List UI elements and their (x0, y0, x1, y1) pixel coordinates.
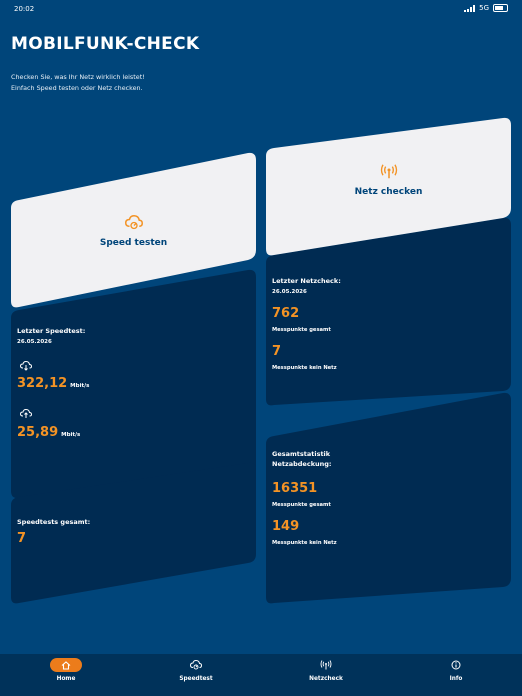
tab-home[interactable]: Home (31, 654, 101, 696)
speedtests-total-panel: Speedtests gesamt: 7 (11, 462, 256, 605)
last-speedtest-date: 26.05.2026 (17, 339, 52, 345)
tab-info[interactable]: Info (421, 654, 491, 696)
tab-bar: Home Speedtest Netzcheck Info (0, 654, 522, 696)
subtitle-line-2: Einfach Speed testen oder Netz checken. (11, 84, 143, 92)
upload-speed: 25,89 Mbit/s (17, 425, 80, 440)
network-type: 5G (479, 4, 489, 12)
battery-icon (493, 4, 508, 12)
download-icon (20, 361, 32, 371)
home-icon (61, 660, 71, 670)
tab-netzcheck-label: Netzcheck (309, 676, 343, 682)
netcheck-points-total-label: Messpunkte gesamt (272, 327, 331, 333)
signal-icon (464, 4, 476, 12)
subtitle-line-1: Checken Sie, was Ihr Netz wirklich leist… (11, 73, 145, 81)
coverage-points-total-value: 16351 (272, 481, 318, 496)
card-background (11, 152, 256, 308)
last-netcheck-title: Letzter Netzcheck: (272, 277, 341, 285)
tab-netzcheck[interactable]: Netzcheck (291, 654, 361, 696)
cloud-speed-icon (124, 215, 143, 230)
page-subtitle: Checken Sie, was Ihr Netz wirklich leist… (11, 72, 145, 94)
upload-icon (20, 409, 32, 418)
coverage-no-net-label: Messpunkte kein Netz (272, 540, 337, 546)
antenna-icon (380, 164, 397, 179)
tab-info-label: Info (449, 676, 463, 682)
speed-test-button[interactable]: Speed testen (11, 152, 256, 309)
network-check-label: Netz checken (354, 187, 423, 197)
coverage-points-total-label: Messpunkte gesamt (272, 502, 331, 508)
netcheck-points-total-value: 762 (272, 306, 300, 321)
download-value: 322,12 (17, 376, 68, 391)
antenna-icon (320, 660, 332, 670)
coverage-no-net-value: 149 (272, 519, 300, 534)
download-speed: 322,12 Mbit/s (17, 376, 89, 391)
tab-info-indicator (440, 658, 472, 672)
tab-home-label: Home (56, 676, 76, 682)
last-netcheck-date: 26.05.2026 (272, 289, 307, 295)
tab-speedtest-indicator (180, 658, 212, 672)
netcheck-no-net-label: Messpunkte kein Netz (272, 365, 337, 371)
panel-background (266, 392, 511, 604)
coverage-stats-title: Gesamtstatistik Netzabdeckung: (272, 449, 332, 469)
tab-netzcheck-indicator (310, 658, 342, 672)
network-check-button[interactable]: Netz checken (266, 117, 511, 257)
upload-unit: Mbit/s (61, 432, 81, 438)
info-icon (451, 660, 461, 670)
coverage-stats-panel: Gesamtstatistik Netzabdeckung: 16351 Mes… (266, 392, 511, 605)
coverage-title-line-1: Gesamtstatistik (272, 450, 331, 458)
netcheck-no-net-value: 7 (272, 344, 282, 359)
download-unit: Mbit/s (70, 383, 90, 389)
coverage-title-line-2: Netzabdeckung: (272, 460, 332, 468)
page-title: MOBILFUNK-CHECK (11, 34, 200, 54)
speedtests-total-title: Speedtests gesamt: (17, 518, 91, 526)
status-time: 20:02 (14, 5, 35, 13)
panel-background (11, 462, 256, 604)
speedtest-icon (190, 660, 202, 670)
upload-value: 25,89 (17, 425, 59, 440)
status-indicators: 5G (464, 4, 508, 12)
tab-speedtest[interactable]: Speedtest (161, 654, 231, 696)
last-speedtest-title: Letzter Speedtest: (17, 327, 86, 335)
tab-speedtest-label: Speedtest (179, 676, 213, 682)
speed-test-label: Speed testen (99, 238, 168, 248)
speedtests-total-value: 7 (17, 531, 27, 546)
status-bar: 20:02 5G (0, 0, 522, 18)
tab-home-indicator (50, 658, 82, 672)
